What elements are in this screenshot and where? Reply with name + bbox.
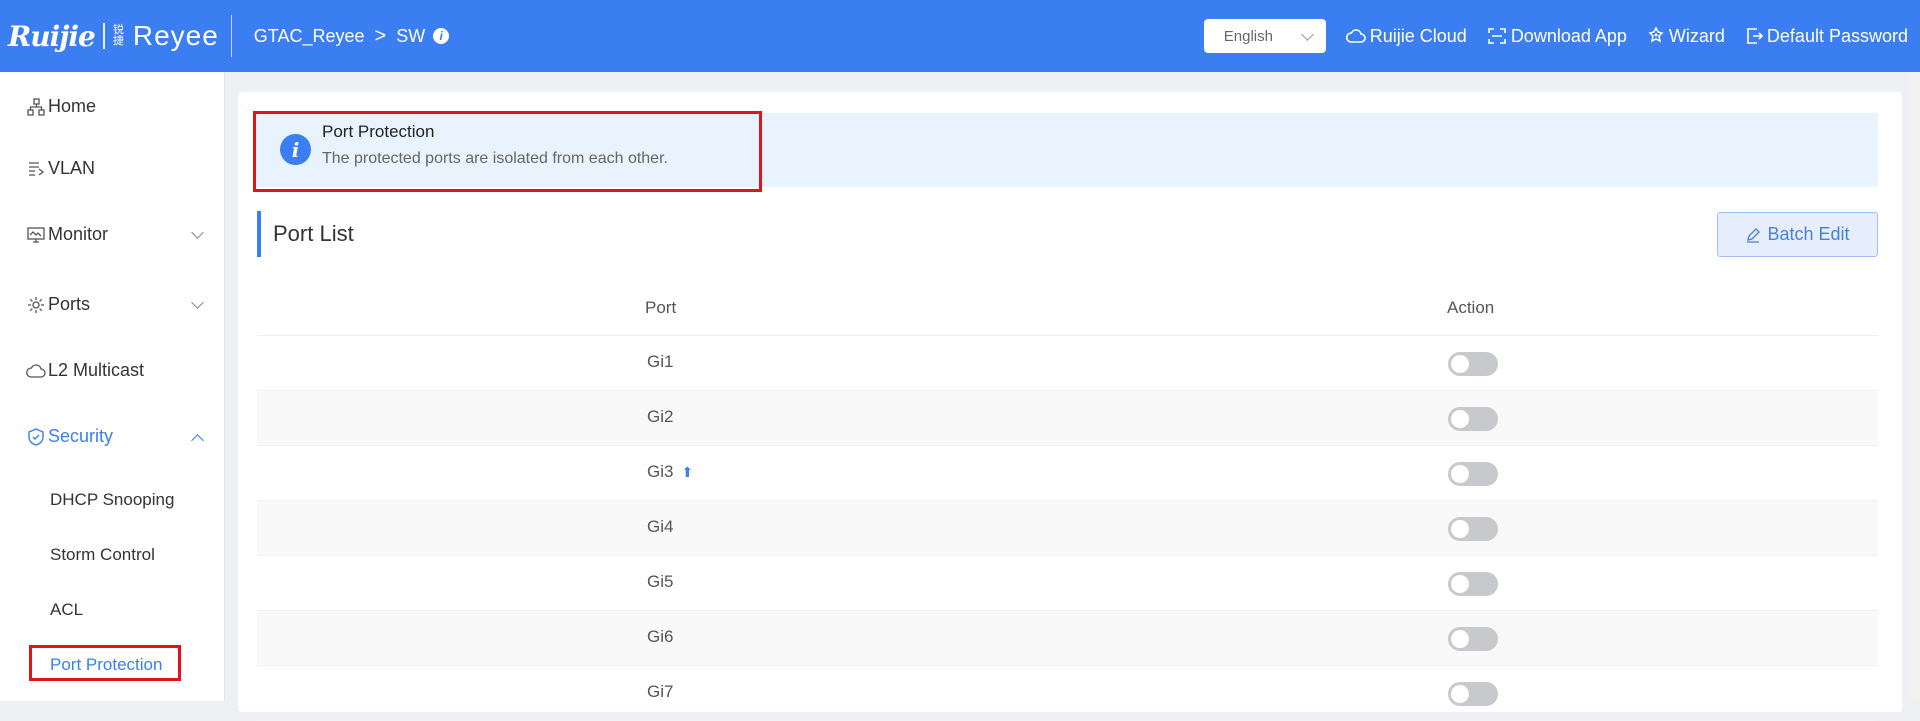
sidebar-item-vlan[interactable]: VLAN	[26, 158, 202, 179]
port-protection-toggle[interactable]	[1448, 407, 1498, 431]
logo-divider	[102, 23, 105, 49]
wizard-link[interactable]: Wizard	[1647, 26, 1725, 47]
language-select[interactable]: English	[1203, 19, 1326, 53]
logout-icon	[1747, 28, 1763, 44]
table-row: Gi2	[257, 391, 1878, 446]
sidebar-item-label: Monitor	[48, 224, 109, 244]
sidebar-item-label: Home	[48, 96, 97, 116]
reyee-logo-text: Reyee	[132, 20, 219, 51]
sidebar-item-ports[interactable]: Ports	[26, 294, 204, 315]
port-name: Gi7	[647, 682, 673, 702]
wizard-label: Wizard	[1668, 25, 1725, 46]
table-row: Gi3 ⬆	[257, 446, 1878, 501]
highlight-box-sidebar	[29, 645, 181, 681]
port-protection-toggle[interactable]	[1448, 627, 1498, 651]
port-name: Gi5	[647, 572, 673, 592]
ruijie-cloud-label: Ruijie Cloud	[1369, 25, 1467, 46]
port-name: Gi6	[647, 627, 673, 647]
section-accent-bar	[257, 211, 261, 257]
header-actions: English Ruijie Cloud Download App Wizard…	[1203, 0, 1920, 72]
chevron-up-icon	[191, 434, 204, 447]
port-label: Gi3	[647, 462, 674, 481]
sidebar-subitem-storm-control[interactable]: Storm Control	[50, 545, 155, 565]
port-label: Gi5	[647, 572, 674, 591]
sidebar-subitem-dhcp-snooping[interactable]: DHCP Snooping	[50, 490, 174, 510]
table-row: Gi6	[257, 611, 1878, 666]
sidebar-item-label: VLAN	[48, 158, 96, 178]
breadcrumb-project[interactable]: GTAC_Reyee	[254, 26, 365, 47]
port-table: Port Action Gi1 Gi2 Gi3 ⬆ Gi4 Gi5 Gi6 Gi7	[257, 285, 1878, 721]
column-header-action: Action	[1447, 298, 1495, 317]
port-name: Gi1	[647, 352, 673, 372]
default-password-link[interactable]: Default Password	[1745, 26, 1908, 47]
download-app-icon	[1488, 28, 1506, 44]
table-header: Port Action	[257, 285, 1878, 336]
wizard-icon	[1648, 27, 1664, 43]
ruijie-cloud-link[interactable]: Ruijie Cloud	[1345, 25, 1467, 47]
breadcrumb-device[interactable]: SW	[396, 26, 425, 47]
section-title: Port List	[273, 221, 354, 246]
shield-icon	[28, 427, 44, 446]
port-label: Gi6	[647, 627, 674, 646]
port-protection-toggle[interactable]	[1448, 682, 1498, 706]
edit-pencil-icon	[1747, 227, 1761, 243]
port-protection-toggle[interactable]	[1448, 352, 1498, 376]
default-password-label: Default Password	[1766, 25, 1908, 46]
sidebar-item-label: Security	[48, 426, 114, 446]
chevron-right-icon: >	[374, 24, 387, 47]
monitor-icon	[27, 226, 45, 243]
port-protection-toggle[interactable]	[1448, 517, 1498, 541]
download-app-label: Download App	[1510, 25, 1627, 46]
port-label: Gi7	[647, 682, 674, 701]
language-value: English	[1223, 27, 1273, 45]
table-row: Gi1	[257, 336, 1878, 391]
vlan-icon	[29, 161, 45, 176]
download-app-link[interactable]: Download App	[1487, 26, 1627, 47]
header-divider	[230, 15, 232, 57]
brand-logo[interactable]: Ruijie 锐捷 Reyee	[0, 0, 219, 72]
port-label: Gi1	[647, 352, 674, 371]
sidebar-item-label: Ports	[48, 294, 91, 314]
reyee-logo-mini: 锐捷	[112, 24, 125, 47]
highlight-box-notice	[253, 111, 762, 192]
ruijie-logo: Ruijie	[8, 19, 96, 53]
breadcrumb: GTAC_Reyee > SW i	[254, 24, 450, 48]
table-row: Gi5	[257, 556, 1878, 611]
sidebar-item-security[interactable]: Security	[26, 426, 204, 447]
port-protection-toggle[interactable]	[1448, 462, 1498, 486]
port-name: Gi4	[647, 517, 673, 537]
page-scrollbar[interactable]	[1910, 72, 1920, 701]
sidebar-item-label: L2 Multicast	[48, 360, 145, 380]
cloud-icon	[26, 363, 46, 378]
sidebar: Home VLAN Monitor Ports L2 Multicast Sec…	[0, 72, 225, 701]
port-name: Gi3 ⬆	[647, 462, 693, 482]
sidebar-subitem-acl[interactable]: ACL	[50, 600, 83, 620]
top-header: Ruijie 锐捷 Reyee GTAC_Reyee > SW i Englis…	[0, 0, 1920, 72]
table-row: Gi4	[257, 501, 1878, 556]
port-label: Gi4	[647, 517, 674, 536]
port-label: Gi2	[647, 407, 674, 426]
home-topology-icon	[27, 97, 45, 116]
chevron-down-icon	[1300, 27, 1314, 41]
chevron-down-icon	[191, 226, 204, 239]
batch-edit-label: Batch Edit	[1767, 224, 1850, 244]
sidebar-item-l2-multicast[interactable]: L2 Multicast	[26, 360, 202, 381]
reyee-logo: 锐捷 Reyee	[113, 20, 219, 52]
ports-gear-icon	[28, 296, 44, 313]
table-row: Gi7	[257, 666, 1878, 721]
batch-edit-button[interactable]: Batch Edit	[1717, 212, 1878, 257]
cloud-icon	[1345, 29, 1366, 43]
column-header-port: Port	[645, 298, 677, 317]
port-name: Gi2	[647, 407, 673, 427]
sidebar-item-monitor[interactable]: Monitor	[26, 224, 204, 245]
port-protection-toggle[interactable]	[1448, 572, 1498, 596]
info-icon[interactable]: i	[433, 28, 450, 44]
chevron-down-icon	[191, 296, 204, 309]
sidebar-item-home[interactable]: Home	[26, 96, 202, 117]
uplink-arrow-icon: ⬆	[681, 463, 694, 480]
